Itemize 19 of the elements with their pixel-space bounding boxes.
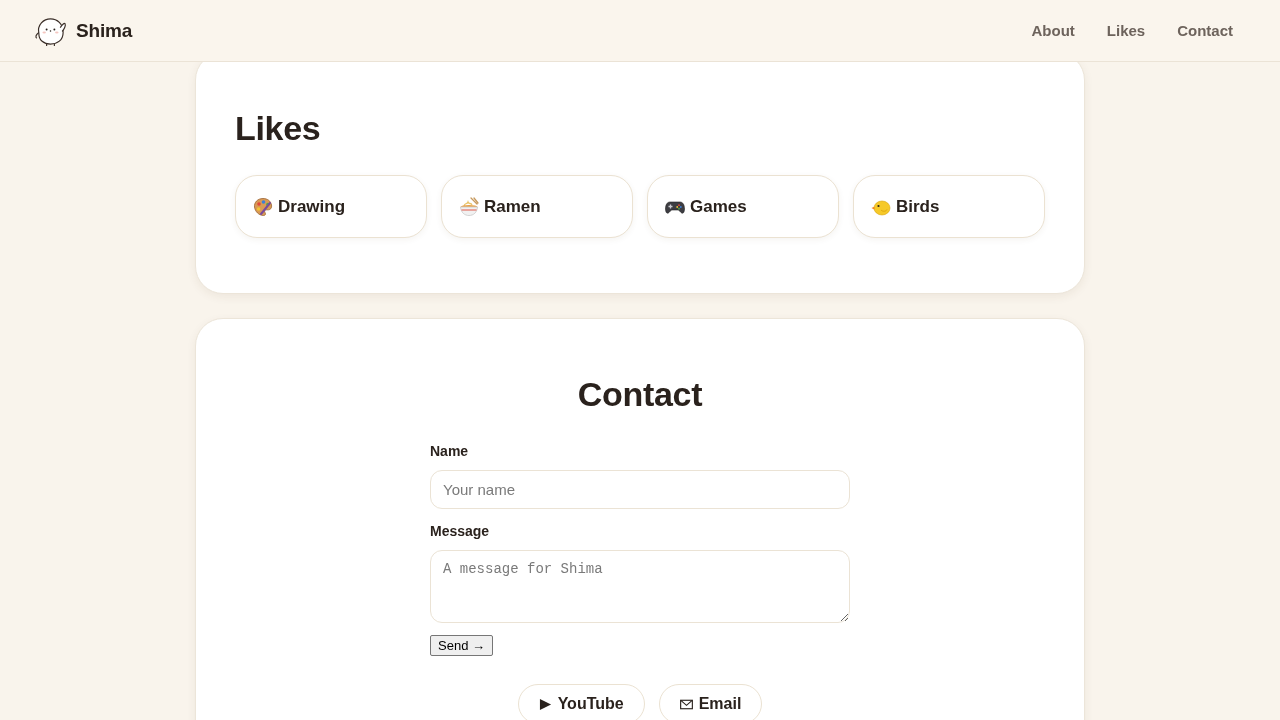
section-heading: Likes: [235, 108, 322, 149]
send-button[interactable]: Send →: [430, 635, 493, 656]
field-label: Name: [430, 443, 469, 460]
name-input[interactable]: Your name: [430, 470, 850, 509]
nav-link[interactable]: About: [1031, 22, 1075, 39]
message-field[interactable]: A message for Shima: [430, 550, 850, 623]
nav-link[interactable]: Contact: [1177, 22, 1233, 39]
section-heading: Contact: [576, 374, 704, 415]
palette-icon: [253, 196, 273, 217]
envelope-icon: [679, 697, 693, 711]
nav-link[interactable]: Likes: [1106, 22, 1146, 39]
play-icon: [538, 697, 552, 711]
brand-name: Shima: [76, 19, 133, 42]
like-label: Drawing: [278, 196, 346, 217]
like-label: Ramen: [484, 196, 541, 217]
field-label: Message: [430, 523, 490, 540]
like-label: Birds: [896, 196, 940, 217]
like-label: Games: [690, 196, 747, 217]
bowl-icon: [459, 196, 479, 217]
